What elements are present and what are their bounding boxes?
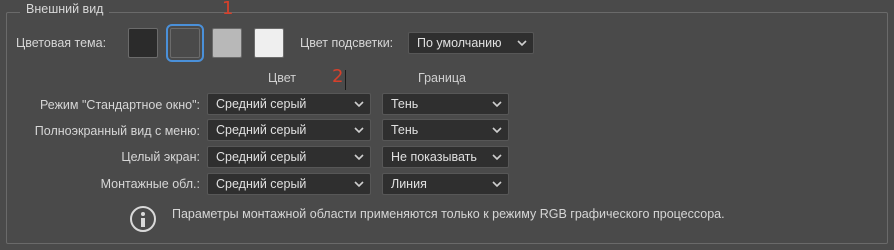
dropdown-value: Линия <box>391 177 427 191</box>
highlight-color-value: По умолчанию <box>417 36 502 50</box>
row-label-full-screen: Целый экран: <box>121 150 200 164</box>
chevron-down-icon <box>354 150 364 164</box>
dropdown-value: Средний серый <box>216 123 307 137</box>
text-cursor <box>345 70 346 90</box>
artboards-border-dropdown[interactable]: Линия <box>382 173 509 195</box>
full-screen-color-dropdown[interactable]: Средний серый <box>207 146 371 168</box>
dropdown-value: Средний серый <box>216 97 307 111</box>
dropdown-value: Средний серый <box>216 150 307 164</box>
chevron-down-icon <box>354 123 364 137</box>
dropdown-value: Не показывать <box>391 150 477 164</box>
annotation-2: 2 <box>332 66 344 87</box>
standard-window-border-dropdown[interactable]: Тень <box>382 93 509 115</box>
row-label-artboards: Монтажные обл.: <box>100 177 200 191</box>
chevron-down-icon <box>354 177 364 191</box>
color-theme-label: Цветовая тема: <box>16 36 107 50</box>
group-title: Внешний вид <box>20 2 110 16</box>
chevron-down-icon <box>492 150 502 164</box>
info-icon <box>130 206 156 232</box>
dropdown-value: Средний серый <box>216 177 307 191</box>
row-label-fullscreen-menu: Полноэкранный вид с меню: <box>34 124 200 138</box>
theme-swatch-medium-dark[interactable] <box>166 24 204 62</box>
dropdown-value: Тень <box>391 123 419 137</box>
fullscreen-menu-color-dropdown[interactable]: Средний серый <box>207 119 371 141</box>
chevron-down-icon <box>517 36 527 50</box>
chevron-down-icon <box>354 97 364 111</box>
column-header-color: Цвет <box>268 71 297 85</box>
row-label-standard-window: Режим "Стандартное окно": <box>39 98 200 112</box>
fullscreen-menu-border-dropdown[interactable]: Тень <box>382 119 509 141</box>
annotation-1: 1 <box>222 0 234 19</box>
dropdown-value: Тень <box>391 97 419 111</box>
chevron-down-icon <box>492 97 502 111</box>
theme-swatch-medium-light[interactable] <box>212 28 242 58</box>
highlight-color-dropdown[interactable]: По умолчанию <box>408 32 534 54</box>
artboard-info-text: Параметры монтажной области применяются … <box>172 207 725 221</box>
full-screen-border-dropdown[interactable]: Не показывать <box>382 146 509 168</box>
chevron-down-icon <box>492 177 502 191</box>
highlight-color-label: Цвет подсветки: <box>300 36 394 50</box>
artboards-color-dropdown[interactable]: Средний серый <box>207 173 371 195</box>
theme-swatch-light[interactable] <box>254 28 284 58</box>
theme-swatch-dark[interactable] <box>128 28 158 58</box>
column-header-border: Граница <box>418 71 466 85</box>
standard-window-color-dropdown[interactable]: Средний серый <box>207 93 371 115</box>
chevron-down-icon <box>492 123 502 137</box>
appearance-preferences: Внешний вид Цветовая тема: Цвет подсветк… <box>0 0 894 250</box>
